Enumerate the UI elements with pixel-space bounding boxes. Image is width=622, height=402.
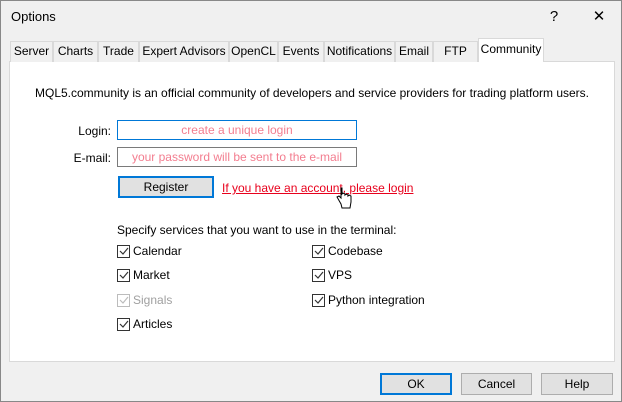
- tab-server[interactable]: Server: [10, 41, 53, 62]
- login-link[interactable]: If you have an account, please login: [222, 181, 413, 195]
- python-integration-label: Python integration: [328, 293, 425, 307]
- help-button[interactable]: Help: [541, 373, 613, 395]
- services-label: Specify services that you want to use in…: [117, 223, 397, 237]
- email-input[interactable]: your password will be sent to the e-mail: [117, 147, 357, 167]
- login-label: Login:: [78, 124, 111, 138]
- market-checkbox[interactable]: Market: [117, 268, 170, 282]
- signals-checkbox: Signals: [117, 293, 172, 307]
- community-panel: [9, 61, 615, 362]
- vps-checkbox[interactable]: VPS: [312, 268, 352, 282]
- checkbox-check-icon: [117, 268, 130, 282]
- tab-opencl[interactable]: OpenCL: [229, 41, 278, 62]
- tab-expert-advisors[interactable]: Expert Advisors: [139, 41, 229, 62]
- ok-button[interactable]: OK: [380, 373, 452, 395]
- codebase-checkbox[interactable]: Codebase: [312, 244, 383, 258]
- python-integration-checkbox[interactable]: Python integration: [312, 293, 425, 307]
- checkbox-check-icon: [312, 244, 325, 258]
- tab-trade[interactable]: Trade: [98, 41, 139, 62]
- signals-label: Signals: [133, 293, 173, 307]
- community-description: MQL5.community is an official community …: [35, 86, 590, 100]
- close-icon[interactable]: ✕: [584, 5, 614, 29]
- cancel-button[interactable]: Cancel: [461, 373, 532, 395]
- help-icon[interactable]: ?: [539, 5, 569, 29]
- hand-cursor-icon: [336, 187, 352, 212]
- tab-events[interactable]: Events: [278, 41, 324, 62]
- codebase-label: Codebase: [328, 244, 383, 258]
- calendar-checkbox[interactable]: Calendar: [117, 244, 182, 258]
- market-label: Market: [133, 268, 170, 282]
- tab-charts[interactable]: Charts: [53, 41, 98, 62]
- checkbox-check-icon: [117, 293, 130, 307]
- calendar-label: Calendar: [133, 244, 182, 258]
- checkbox-check-icon: [312, 293, 325, 307]
- window-title: Options: [11, 9, 56, 24]
- tab-email[interactable]: Email: [395, 41, 433, 62]
- tab-community[interactable]: Community: [478, 38, 544, 62]
- checkbox-check-icon: [117, 317, 130, 331]
- tab-notifications[interactable]: Notifications: [324, 41, 395, 62]
- checkbox-check-icon: [117, 244, 130, 258]
- articles-label: Articles: [133, 317, 173, 331]
- register-button[interactable]: Register: [118, 176, 214, 198]
- login-input[interactable]: create a unique login: [117, 120, 357, 140]
- articles-checkbox[interactable]: Articles: [117, 317, 172, 331]
- checkbox-check-icon: [312, 268, 325, 282]
- email-label: E-mail:: [73, 151, 111, 165]
- tab-ftp[interactable]: FTP: [433, 41, 478, 62]
- vps-label: VPS: [328, 268, 353, 282]
